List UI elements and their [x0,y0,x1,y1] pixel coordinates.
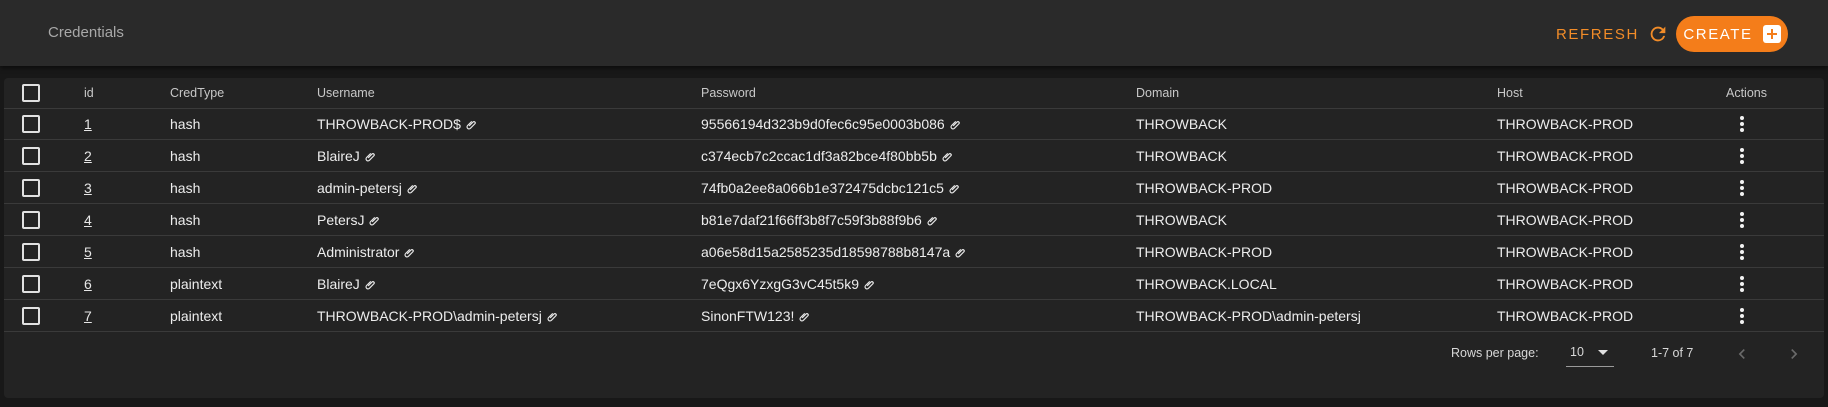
more-vert-icon[interactable] [1730,304,1754,328]
table-row: 6 plaintext BlaireJ 7eQgx6YzxgG3vC45t5k9 THR… [4,268,1824,300]
credtype-cell: hash [170,211,201,228]
credential-id-link[interactable]: 2 [84,148,92,164]
more-vert-icon[interactable] [1730,176,1754,200]
column-header-actions: Actions [1726,86,1767,100]
credential-id-link[interactable]: 4 [84,212,92,228]
table-header-row: id CredType Username Password Domain Hos… [4,78,1824,109]
row-checkbox[interactable] [22,306,40,325]
domain-cell: THROWBACK [1136,147,1227,164]
paperclip-icon[interactable] [364,277,376,291]
column-header-password[interactable]: Password [701,78,756,108]
paperclip-icon[interactable] [368,213,380,227]
domain-cell: THROWBACK [1136,115,1227,132]
paperclip-icon[interactable] [954,245,966,259]
paperclip-icon[interactable] [948,181,960,195]
row-checkbox[interactable] [22,114,40,133]
rows-per-page-value: 10 [1570,345,1584,359]
username-cell: Administrator [317,243,400,260]
credentials-table: id CredType Username Password Domain Hos… [4,78,1824,398]
credential-id-link[interactable]: 1 [84,116,92,132]
username-cell: admin-petersj [317,179,402,196]
paperclip-icon[interactable] [926,213,938,227]
password-cell: 95566194d323b9d0fec6c95e0003b086 [701,115,945,132]
add-box-icon [1762,25,1781,43]
domain-cell: THROWBACK-PROD [1136,243,1273,260]
password-cell: b81e7daf21f66ff3b8f7c59f3b88f9b6 [701,211,922,228]
paperclip-icon[interactable] [465,117,477,131]
more-vert-icon[interactable] [1730,240,1754,264]
host-cell: THROWBACK-PROD [1497,179,1634,196]
column-header-username[interactable]: Username [317,78,375,108]
password-cell: 7eQgx6YzxgG3vC45t5k9 [701,275,859,292]
paperclip-icon[interactable] [364,149,376,163]
refresh-label: REFRESH [1556,25,1639,43]
paperclip-icon[interactable] [406,181,418,195]
next-page-icon[interactable] [1784,344,1804,364]
host-cell: THROWBACK-PROD [1497,275,1634,292]
table-row: 2 hash BlaireJ c374ecb7c2ccac1df3a82bce4f80… [4,140,1824,172]
password-cell: SinonFTW123! [701,307,795,324]
column-header-host[interactable]: Host [1497,78,1523,108]
host-cell: THROWBACK-PROD [1497,243,1634,260]
credtype-cell: hash [170,243,201,260]
previous-page-icon[interactable] [1732,344,1752,364]
rows-per-page-select[interactable]: 10 [1566,338,1614,367]
credential-id-link[interactable]: 3 [84,180,92,196]
paperclip-icon[interactable] [546,309,558,323]
table-row: 5 hash Administrator a06e58d15a2585235d1859… [4,236,1824,268]
paperclip-icon[interactable] [403,245,415,259]
credential-id-link[interactable]: 6 [84,276,92,292]
paperclip-icon[interactable] [863,277,875,291]
create-button[interactable]: CREATE [1676,16,1788,52]
credtype-cell: plaintext [170,275,223,292]
domain-cell: THROWBACK-PROD [1136,179,1273,196]
host-cell: THROWBACK-PROD [1497,115,1634,132]
credtype-cell: hash [170,115,201,132]
password-cell: 74fb0a2ee8a066b1e372475dcbc121c5 [701,179,944,196]
username-cell: BlaireJ [317,275,360,292]
create-label: CREATE [1683,25,1753,43]
domain-cell: THROWBACK [1136,211,1227,228]
column-header-credtype[interactable]: CredType [170,78,224,108]
credential-id-link[interactable]: 5 [84,244,92,260]
paperclip-icon[interactable] [941,149,953,163]
column-header-id[interactable]: id [84,78,94,108]
username-cell: PetersJ [317,211,365,228]
username-cell: THROWBACK-PROD$ [317,115,461,132]
row-checkbox[interactable] [22,178,40,197]
table-row: 4 hash PetersJ b81e7daf21f66ff3b8f7c59f3b88… [4,204,1824,236]
row-checkbox[interactable] [22,146,40,165]
username-cell: BlaireJ [317,147,360,164]
more-vert-icon[interactable] [1730,144,1754,168]
select-all-checkbox[interactable] [22,84,40,102]
row-checkbox[interactable] [22,210,40,229]
more-vert-icon[interactable] [1730,112,1754,136]
table-pagination: Rows per page: 10 1-7 of 7 [4,326,1824,382]
page-title: Credentials [48,24,124,41]
pagination-range: 1-7 of 7 [1651,346,1694,360]
rows-per-page-label: Rows per page: [1451,346,1539,360]
domain-cell: THROWBACK.LOCAL [1136,275,1277,292]
username-cell: THROWBACK-PROD\admin-petersj [317,307,542,324]
row-checkbox[interactable] [22,274,40,293]
paperclip-icon[interactable] [798,309,810,323]
paperclip-icon[interactable] [949,117,961,131]
more-vert-icon[interactable] [1730,208,1754,232]
password-cell: c374ecb7c2ccac1df3a82bce4f80bb5b [701,147,937,164]
row-checkbox[interactable] [22,242,40,261]
refresh-icon [1650,26,1666,42]
host-cell: THROWBACK-PROD [1497,147,1634,164]
dropdown-caret-icon [1598,350,1608,355]
app-bar: Credentials REFRESH CREATE [0,0,1828,66]
table-row: 3 hash admin-petersj 74fb0a2ee8a066b1e37247… [4,172,1824,204]
credential-id-link[interactable]: 7 [84,308,92,324]
table-row: 1 hash THROWBACK-PROD$ 95566194d323b9d0fec6… [4,108,1824,140]
credtype-cell: hash [170,147,201,164]
host-cell: THROWBACK-PROD [1497,211,1634,228]
more-vert-icon[interactable] [1730,272,1754,296]
password-cell: a06e58d15a2585235d18598788b8147a [701,243,951,260]
refresh-button[interactable]: REFRESH [1556,20,1669,48]
credtype-cell: hash [170,179,201,196]
column-header-domain[interactable]: Domain [1136,78,1179,108]
